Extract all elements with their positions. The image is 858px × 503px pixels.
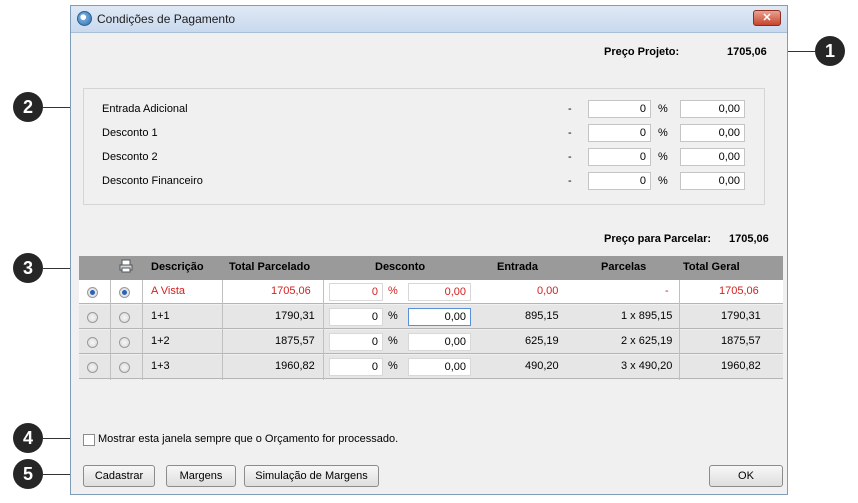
- row-select-radio[interactable]: [87, 312, 98, 323]
- row-parcelas: 3 x 490,20: [621, 360, 673, 372]
- preco-projeto-value: 1705,06: [727, 46, 767, 58]
- ok-button[interactable]: OK: [709, 465, 783, 487]
- app-icon: [77, 11, 92, 26]
- preco-projeto-label: Preço Projeto:: [604, 46, 680, 58]
- desconto-2-amount-input[interactable]: 0,00: [680, 148, 745, 166]
- payment-conditions-window: Condições de Pagamento ✕ Preço Projeto: …: [70, 5, 788, 495]
- header-total-parcelado: Total Parcelado: [229, 261, 311, 273]
- row-print-radio[interactable]: [119, 287, 130, 298]
- entrada-adicional-label: Entrada Adicional: [102, 103, 188, 115]
- callout-5: 5: [13, 459, 43, 489]
- table-header: Descrição Total Parcelado Desconto Entra…: [79, 256, 783, 280]
- callout-4: 4: [13, 423, 43, 453]
- row-parcelas: -: [665, 285, 669, 297]
- row-total-parcelado: 1705,06: [271, 285, 311, 297]
- simulacao-margens-button[interactable]: Simulação de Margens: [244, 465, 379, 487]
- row-total-parcelado: 1875,57: [275, 335, 315, 347]
- desconto-2-pct-sign: %: [658, 151, 668, 163]
- row-print-radio[interactable]: [119, 312, 130, 323]
- header-parcelas: Parcelas: [601, 261, 647, 273]
- row-pct-sign: %: [388, 310, 398, 322]
- desconto-2-label: Desconto 2: [102, 151, 158, 163]
- row-pct-sign: %: [388, 335, 398, 347]
- desconto-1-amount-input[interactable]: 0,00: [680, 124, 745, 142]
- desconto-financeiro-label: Desconto Financeiro: [102, 175, 203, 187]
- adjustments-group: Entrada Adicional - 0 % 0,00 Desconto 1 …: [83, 88, 765, 205]
- row-entrada: 490,20: [525, 360, 559, 372]
- preco-parcelar-label: Preço para Parcelar:: [604, 233, 712, 245]
- row-desconto-value-input[interactable]: 0,00: [408, 333, 471, 351]
- callout-3: 3: [13, 253, 43, 283]
- row-total-geral: 1960,82: [721, 360, 761, 372]
- callout-2: 2: [13, 92, 43, 122]
- column-divider: [222, 280, 223, 380]
- row-print-radio[interactable]: [119, 362, 130, 373]
- column-divider: [110, 280, 111, 380]
- header-descricao: Descrição: [151, 261, 204, 273]
- table-row[interactable]: A Vista 1705,06 0 % 0,00 0,00 - 1705,06: [79, 280, 783, 304]
- desconto-1-percent-input[interactable]: 0: [588, 124, 651, 142]
- desconto-2-percent-input[interactable]: 0: [588, 148, 651, 166]
- column-divider: [323, 280, 324, 380]
- row-desconto-percent-input[interactable]: 0: [329, 358, 383, 376]
- margens-button[interactable]: Margens: [166, 465, 236, 487]
- row-desconto-percent-input[interactable]: 0: [329, 308, 383, 326]
- row-desconto-value-input[interactable]: 0,00: [408, 358, 471, 376]
- desconto-financeiro-percent-input[interactable]: 0: [588, 172, 651, 190]
- row-desconto-value-input[interactable]: 0,00: [408, 283, 471, 301]
- title-bar: Condições de Pagamento ✕: [71, 6, 787, 33]
- column-divider: [679, 280, 680, 380]
- column-divider: [142, 280, 143, 380]
- row-desconto-percent-input[interactable]: 0: [329, 333, 383, 351]
- row-pct-sign: %: [388, 285, 398, 297]
- header-entrada: Entrada: [497, 261, 538, 273]
- cadastrar-button[interactable]: Cadastrar: [83, 465, 155, 487]
- row-pct-sign: %: [388, 360, 398, 372]
- entrada-adicional-dash: -: [568, 103, 572, 115]
- row-total-geral: 1875,57: [721, 335, 761, 347]
- printer-icon: [119, 259, 133, 273]
- row-desconto-value-input[interactable]: 0,00: [408, 308, 471, 326]
- show-window-checkbox[interactable]: [83, 434, 95, 446]
- row-descricao: 1+3: [151, 360, 170, 372]
- preco-parcelar-value: 1705,06: [729, 233, 769, 245]
- window-title: Condições de Pagamento: [97, 12, 236, 26]
- desconto-1-dash: -: [568, 127, 572, 139]
- table-row[interactable]: 1+3 1960,82 0 % 0,00 490,20 3 x 490,20 1…: [79, 355, 783, 379]
- table-row[interactable]: 1+1 1790,31 0 % 0,00 895,15 1 x 895,15 1…: [79, 305, 783, 329]
- row-entrada: 895,15: [525, 310, 559, 322]
- row-descricao: 1+2: [151, 335, 170, 347]
- row-select-radio[interactable]: [87, 362, 98, 373]
- show-window-checkbox-label: Mostrar esta janela sempre que o Orçamen…: [98, 433, 399, 445]
- row-parcelas: 1 x 895,15: [621, 310, 673, 322]
- desconto-financeiro-amount-input[interactable]: 0,00: [680, 172, 745, 190]
- row-total-geral: 1705,06: [719, 285, 759, 297]
- table-row[interactable]: 1+2 1875,57 0 % 0,00 625,19 2 x 625,19 1…: [79, 330, 783, 354]
- row-entrada: 0,00: [537, 285, 559, 297]
- desconto-financeiro-dash: -: [568, 175, 572, 187]
- row-select-radio[interactable]: [87, 287, 98, 298]
- installments-table: Descrição Total Parcelado Desconto Entra…: [79, 256, 783, 382]
- row-total-geral: 1790,31: [721, 310, 761, 322]
- row-print-radio[interactable]: [119, 337, 130, 348]
- close-button[interactable]: ✕: [753, 10, 781, 26]
- row-total-parcelado: 1790,31: [275, 310, 315, 322]
- row-desconto-percent-input[interactable]: 0: [329, 283, 383, 301]
- entrada-adicional-amount-input[interactable]: 0,00: [680, 100, 745, 118]
- row-descricao: 1+1: [151, 310, 170, 322]
- row-select-radio[interactable]: [87, 337, 98, 348]
- row-entrada: 625,19: [525, 335, 559, 347]
- row-descricao: A Vista: [151, 285, 186, 297]
- header-desconto: Desconto: [375, 261, 426, 273]
- desconto-1-label: Desconto 1: [102, 127, 158, 139]
- header-total-geral: Total Geral: [683, 261, 740, 273]
- desconto-2-dash: -: [568, 151, 572, 163]
- row-parcelas: 2 x 625,19: [621, 335, 673, 347]
- entrada-adicional-percent-input[interactable]: 0: [588, 100, 651, 118]
- entrada-adicional-pct-sign: %: [658, 103, 668, 115]
- desconto-1-pct-sign: %: [658, 127, 668, 139]
- row-total-parcelado: 1960,82: [275, 360, 315, 372]
- desconto-financeiro-pct-sign: %: [658, 175, 668, 187]
- callout-1: 1: [815, 36, 845, 66]
